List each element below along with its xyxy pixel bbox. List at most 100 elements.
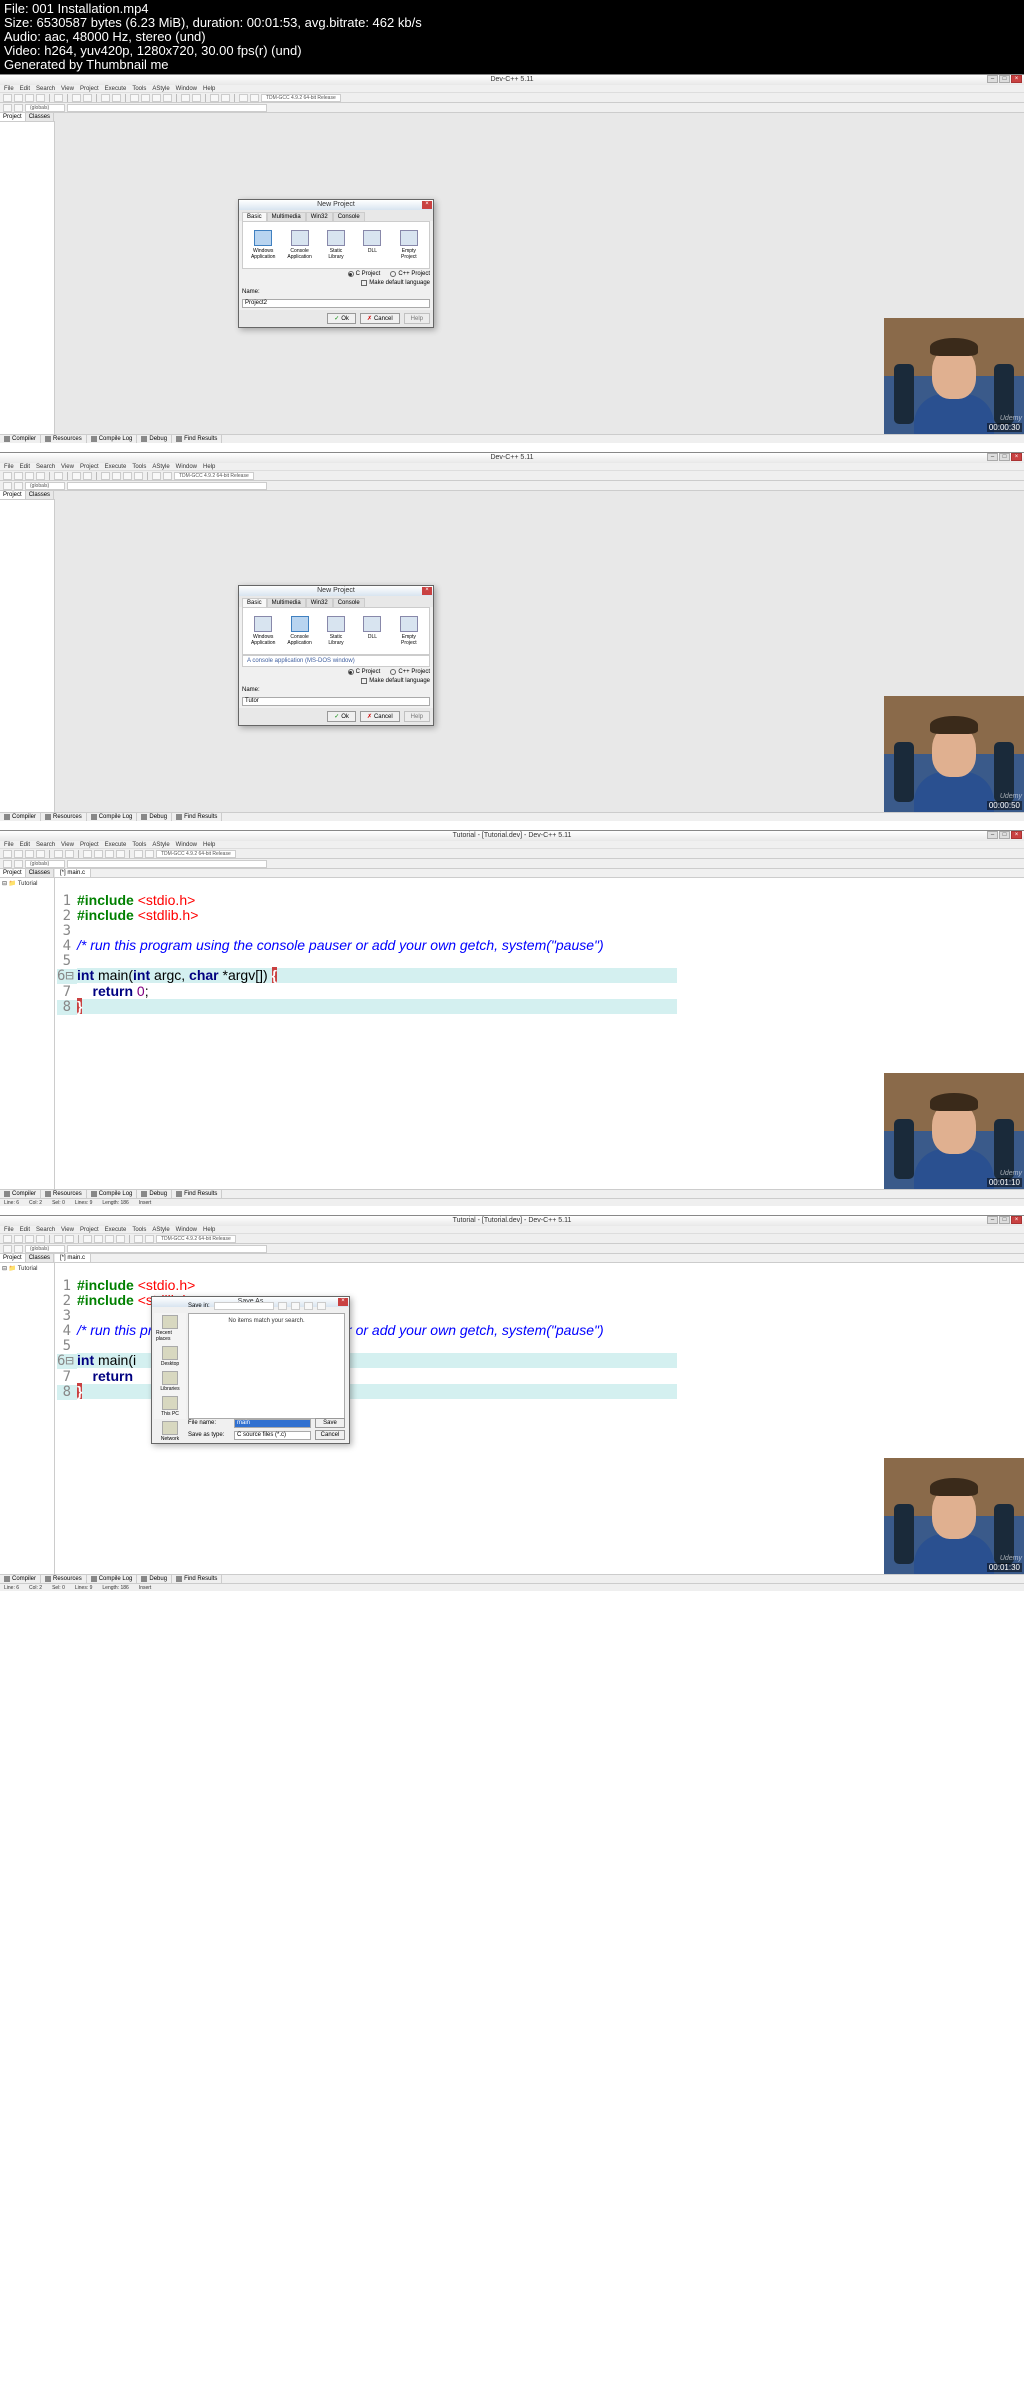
menu-tools[interactable]: Tools [132,464,146,470]
compiler-select[interactable]: TDM-GCC 4.9.2 64-bit Release [156,850,236,858]
menu-view[interactable]: View [61,464,74,470]
menu-view[interactable]: View [61,842,74,848]
menu-file[interactable]: File [4,86,14,92]
tb-x-icon[interactable] [221,94,230,102]
tb-compile-icon[interactable] [83,1235,92,1243]
btab-resources[interactable]: Resources [41,1575,87,1583]
tb-open-icon[interactable] [14,472,23,480]
menu-search[interactable]: Search [36,1227,55,1233]
menu-tools[interactable]: Tools [132,86,146,92]
menu-project[interactable]: Project [80,1227,99,1233]
tb-debug-icon[interactable] [134,850,143,858]
code-editor[interactable]: [*] main.c 1#include <stdio.h> 2#include… [55,1254,1024,1574]
menu-window[interactable]: Window [176,86,197,92]
btab-debug[interactable]: Debug [137,813,172,821]
tb-undo-icon[interactable] [72,472,81,480]
menu-help[interactable]: Help [203,464,215,470]
tb-run-icon[interactable] [141,94,150,102]
btab-compiler[interactable]: Compiler [0,1190,41,1198]
help-button[interactable]: Help [404,711,430,722]
compiler-select[interactable]: TDM-GCC 4.9.2 64-bit Release [174,472,254,480]
menu-view[interactable]: View [61,86,74,92]
radio-cpp-project[interactable]: C++ Project [390,271,430,277]
code-editor[interactable]: [*] main.c 1#include <stdio.h> 2#include… [55,869,1024,1189]
menu-execute[interactable]: Execute [105,842,127,848]
minimize-button[interactable]: – [987,453,998,461]
tb-compile-icon[interactable] [130,94,139,102]
dlgtab-win32[interactable]: Win32 [306,212,333,221]
menu-edit[interactable]: Edit [20,86,30,92]
tb-fwd-icon[interactable] [14,1245,23,1253]
tb-x-icon[interactable] [145,850,154,858]
btab-findresults[interactable]: Find Results [172,1190,222,1198]
cancel-button[interactable]: Cancel [315,1430,345,1440]
menu-help[interactable]: Help [203,842,215,848]
menu-project[interactable]: Project [80,842,99,848]
menu-help[interactable]: Help [203,86,215,92]
sidetab-classes[interactable]: Classes [26,491,54,499]
menu-edit[interactable]: Edit [20,842,30,848]
tb-x-icon[interactable] [163,472,172,480]
menu-edit[interactable]: Edit [20,464,30,470]
tb-compilerun-icon[interactable] [105,850,114,858]
tb-back-icon[interactable] [3,104,12,112]
tb-redo-icon[interactable] [65,1235,74,1243]
btab-findresults[interactable]: Find Results [172,813,222,821]
project-name-input[interactable]: Project2 [242,299,430,308]
scope-select[interactable]: (globals) [25,860,65,868]
member-select[interactable] [67,104,267,112]
place-recent[interactable]: Recent places [156,1315,184,1342]
menu-search[interactable]: Search [36,86,55,92]
save-in-select[interactable] [214,1302,274,1310]
tb-save-icon[interactable] [25,472,34,480]
tb-goto2-icon[interactable] [250,94,259,102]
menu-project[interactable]: Project [80,86,99,92]
tb-run-icon[interactable] [94,850,103,858]
tb-run-icon[interactable] [112,472,121,480]
tb-back-icon[interactable] [3,860,12,868]
tb-print-icon[interactable] [54,94,63,102]
btab-debug[interactable]: Debug [137,1575,172,1583]
menu-astyle[interactable]: AStyle [152,1227,169,1233]
proj-windows-app[interactable]: Windows Application [249,616,277,646]
tb-redo-icon[interactable] [83,472,92,480]
tb-fwd-icon[interactable] [14,860,23,868]
close-button[interactable]: × [1011,831,1022,839]
tb-compilerun-icon[interactable] [105,1235,114,1243]
back-icon[interactable] [278,1302,287,1310]
sidetab-classes[interactable]: Classes [26,113,54,121]
cancel-button[interactable]: ✗Cancel [360,313,400,324]
dlgtab-console[interactable]: Console [333,212,365,221]
menu-window[interactable]: Window [176,842,197,848]
tb-rebuild-icon[interactable] [116,1235,125,1243]
maximize-button[interactable]: □ [999,453,1010,461]
sidetab-project[interactable]: Project [0,1254,26,1262]
tb-new-icon[interactable] [3,850,12,858]
member-select[interactable] [67,860,267,868]
scope-select[interactable]: (globals) [25,1245,65,1253]
place-thispc[interactable]: This PC [161,1396,179,1417]
maximize-button[interactable]: □ [999,75,1010,83]
tb-find-icon[interactable] [101,94,110,102]
menu-execute[interactable]: Execute [105,1227,127,1233]
tb-goto-icon[interactable] [239,94,248,102]
dlgtab-basic[interactable]: Basic [242,598,267,607]
ok-button[interactable]: ✓Ok [327,711,356,722]
close-button[interactable]: × [1011,1216,1022,1224]
tb-compile-icon[interactable] [101,472,110,480]
tb-back-icon[interactable] [3,482,12,490]
tb-back-icon[interactable] [3,1245,12,1253]
menu-view[interactable]: View [61,1227,74,1233]
radio-cpp-project[interactable]: C++ Project [390,669,430,675]
tb-compilerun-icon[interactable] [123,472,132,480]
tb-saveall-icon[interactable] [36,472,45,480]
tb-undo-icon[interactable] [72,94,81,102]
menu-astyle[interactable]: AStyle [152,86,169,92]
btab-compilelog[interactable]: Compile Log [87,1575,138,1583]
btab-compilelog[interactable]: Compile Log [87,813,138,821]
tb-saveall-icon[interactable] [36,850,45,858]
dialog-close-icon[interactable]: × [422,587,432,595]
close-button[interactable]: × [1011,75,1022,83]
btab-findresults[interactable]: Find Results [172,1575,222,1583]
member-select[interactable] [67,1245,267,1253]
